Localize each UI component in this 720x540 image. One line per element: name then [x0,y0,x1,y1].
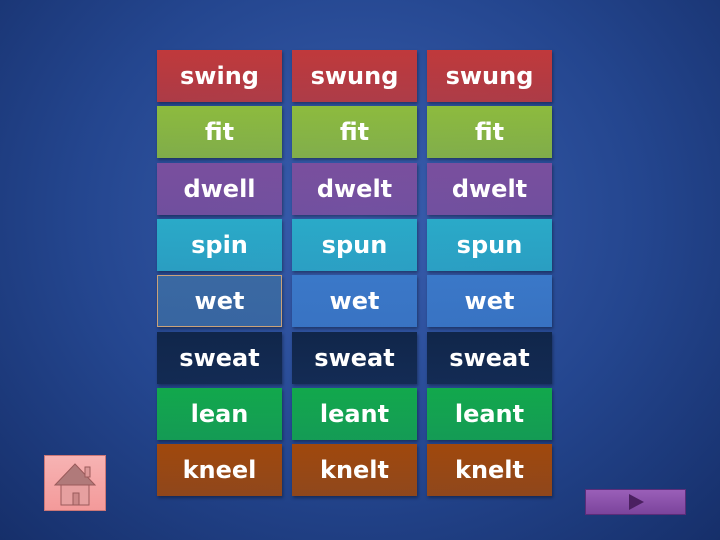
verb-tile-knelt[interactable]: knelt [427,444,552,497]
verb-tile-wet[interactable]: wet [427,275,552,328]
verb-label: kneel [182,456,257,485]
verb-label: wet [464,287,515,316]
verb-label: dwelt [316,174,393,203]
verb-label: fit [339,118,370,147]
verb-tile-spun[interactable]: spun [292,218,417,271]
verb-label: swung [445,62,534,90]
verb-tile-sweat[interactable]: sweat [427,331,552,384]
verb-label: spin [191,230,248,259]
verb-label: wet [194,287,245,316]
verb-tile-sweat[interactable]: sweat [157,331,282,384]
verb-tile-wet[interactable]: wet [157,275,282,328]
verb-tile-swung[interactable]: swung [427,50,552,102]
verb-tile-spin[interactable]: spin [157,218,282,271]
verb-tile-dwelt[interactable]: dwelt [427,162,552,215]
verb-label: sweat [314,343,395,372]
play-triangle-icon [628,494,644,510]
verb-tile-kneel[interactable]: kneel [157,444,282,497]
verb-label: fit [474,118,505,147]
verb-label: dwell [183,174,256,203]
verb-tile-dwelt[interactable]: dwelt [292,162,417,215]
verb-tile-leant[interactable]: leant [427,387,552,440]
verb-label: fit [204,118,235,147]
verb-tile-dwell[interactable]: dwell [157,162,282,215]
verb-label: knelt [454,456,525,485]
verb-tile-fit[interactable]: fit [292,106,417,159]
verb-tile-wet[interactable]: wet [292,275,417,328]
verb-label: spun [456,230,523,259]
verb-label: leant [319,399,390,428]
verb-label: leant [454,399,525,428]
next-slide-button[interactable] [585,489,686,515]
verb-tile-lean[interactable]: lean [157,387,282,440]
verb-tile-fit[interactable]: fit [427,106,552,159]
verb-tile-knelt[interactable]: knelt [292,444,417,497]
verb-label: dwelt [451,174,528,203]
verb-tile-swung[interactable]: swung [292,50,417,102]
verb-label: spun [321,230,388,259]
verb-label: swung [310,62,399,90]
verb-label: sweat [449,343,530,372]
home-button[interactable] [44,455,106,511]
verb-tile-sweat[interactable]: sweat [292,331,417,384]
verb-label: sweat [179,343,260,372]
verb-label: lean [190,399,249,428]
verb-tile-leant[interactable]: leant [292,387,417,440]
verb-tile-spun[interactable]: spun [427,218,552,271]
verb-label: knelt [319,456,390,485]
house-icon [53,463,97,506]
verb-label: wet [329,287,380,316]
verb-label: swing [180,62,259,90]
verb-tile-swing[interactable]: swing [157,50,282,102]
verb-tile-fit[interactable]: fit [157,106,282,159]
